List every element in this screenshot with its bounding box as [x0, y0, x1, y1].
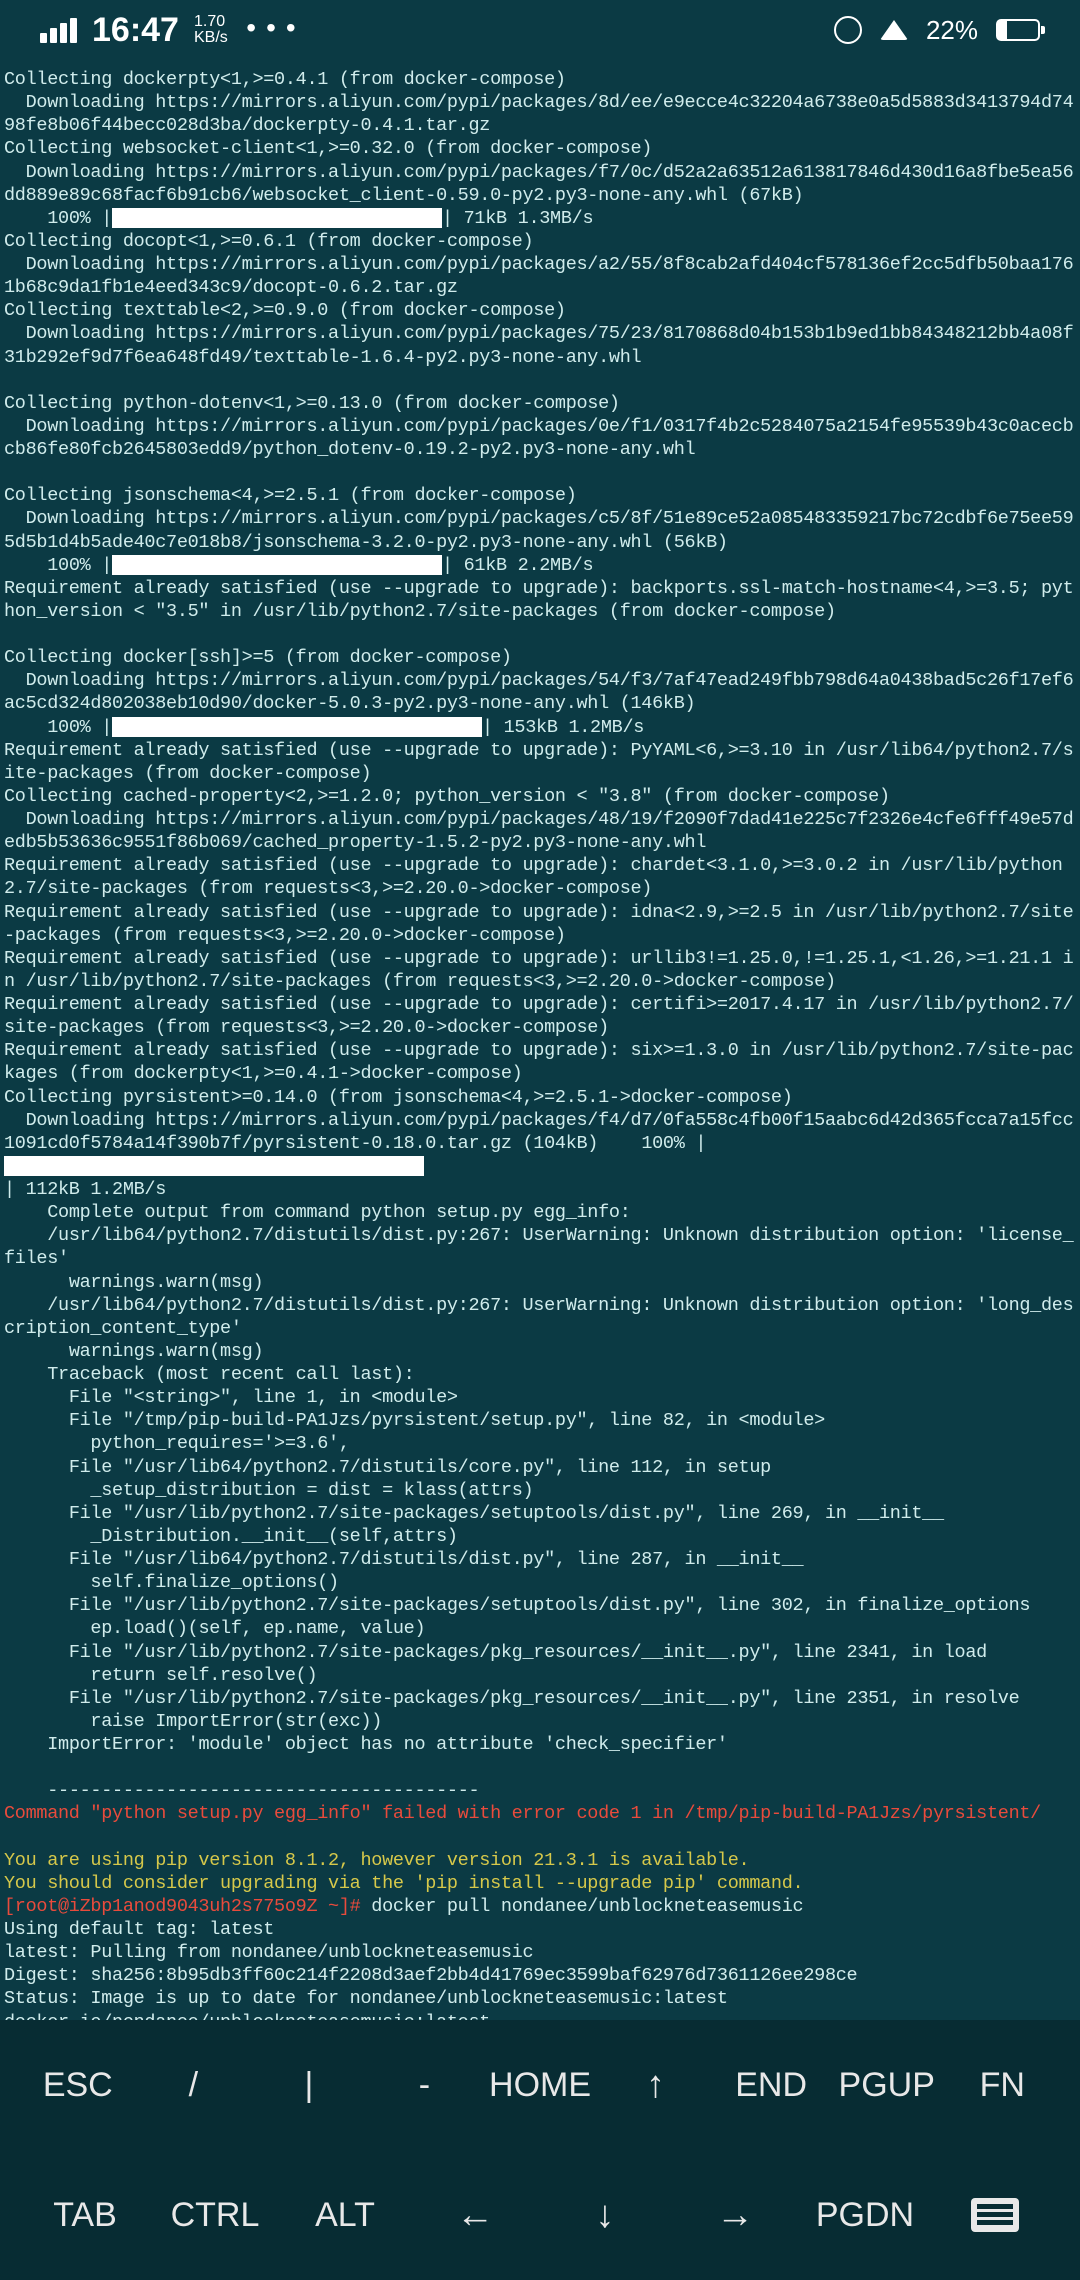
ctrl-key[interactable]: CTRL	[150, 2196, 280, 2235]
status-bar: 16:47 1.70KB/s ••• 22%	[0, 0, 1080, 60]
warning-line: You should consider upgrading via the 'p…	[4, 1873, 803, 1894]
error-line: Command "python setup.py egg_info" faile…	[4, 1803, 1041, 1824]
pgup-key[interactable]: PGUP	[829, 2066, 945, 2105]
down-arrow-key[interactable]: ↓	[540, 2194, 670, 2237]
keyboard-icon	[971, 2198, 1019, 2232]
warning-line: You are using pip version 8.1.2, however…	[4, 1850, 749, 1871]
dash-key[interactable]: -	[367, 2066, 483, 2105]
clock: 16:47	[92, 11, 179, 50]
slash-key[interactable]: /	[136, 2066, 252, 2105]
progress-bar	[112, 555, 442, 575]
extended-keyboard: ESC / | - HOME ↑ END PGUP FN TAB CTRL AL…	[0, 2020, 1080, 2280]
tab-key[interactable]: TAB	[20, 2196, 150, 2235]
fn-key[interactable]: FN	[945, 2066, 1061, 2105]
home-key[interactable]: HOME	[482, 2066, 598, 2105]
network-speed: 1.70KB/s	[194, 14, 228, 46]
wifi-icon	[880, 20, 908, 40]
rotation-lock-icon	[834, 16, 862, 44]
esc-key[interactable]: ESC	[20, 2066, 136, 2105]
pipe-key[interactable]: |	[251, 2066, 367, 2105]
more-icon: •••	[243, 15, 302, 46]
pgdn-key[interactable]: PGDN	[800, 2196, 930, 2235]
battery-icon	[996, 19, 1040, 41]
terminal-output[interactable]: Collecting dockerpty<1,>=0.4.1 (from doc…	[0, 60, 1080, 2200]
battery-percent: 22%	[926, 15, 978, 46]
up-arrow-key[interactable]: ↑	[598, 2064, 714, 2107]
progress-bar	[4, 1156, 424, 1176]
progress-bar	[112, 717, 482, 737]
right-arrow-key[interactable]: →	[670, 2194, 800, 2237]
left-arrow-key[interactable]: ←	[410, 2194, 540, 2237]
progress-bar	[112, 208, 442, 228]
alt-key[interactable]: ALT	[280, 2196, 410, 2235]
keyboard-toggle[interactable]	[930, 2198, 1060, 2232]
end-key[interactable]: END	[713, 2066, 829, 2105]
signal-icon	[40, 18, 77, 43]
